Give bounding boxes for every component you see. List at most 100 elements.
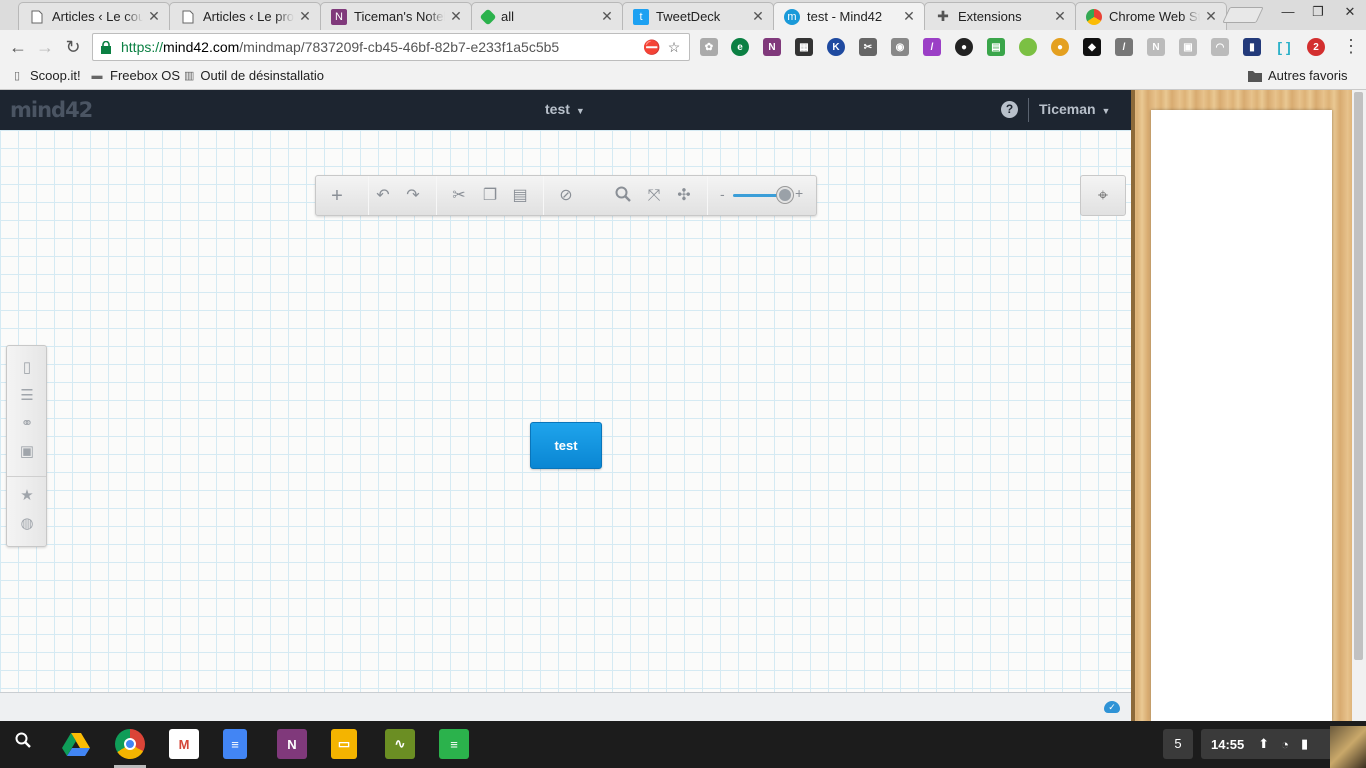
tab-articles-2[interactable]: Articles ‹ Le prop ✕ xyxy=(169,2,321,30)
tab-extensions[interactable]: ✚ Extensions ✕ xyxy=(924,2,1076,30)
zoom-in-icon[interactable]: + xyxy=(795,185,803,201)
list-icon[interactable]: ☰ xyxy=(17,386,37,406)
notion-icon[interactable]: N xyxy=(1147,38,1165,56)
gmail-icon[interactable]: M xyxy=(169,729,199,759)
palette-icon[interactable]: ◍ xyxy=(17,514,37,534)
mind42-icon: m xyxy=(784,8,800,25)
status-tray[interactable]: 14:55 ⬆ ◔ ▮ xyxy=(1201,729,1336,759)
image-icon[interactable]: ▣ xyxy=(17,442,37,462)
delete-icon[interactable]: ⊘ xyxy=(556,186,576,206)
star-icon[interactable]: ★ xyxy=(17,486,37,506)
app-header: mind42 test ▼ ? Ticeman ▼ xyxy=(0,90,1131,130)
close-icon[interactable]: ✕ xyxy=(902,8,916,25)
reload-icon[interactable]: ↻ xyxy=(62,36,84,58)
tab-articles-1[interactable]: Articles ‹ Le couti ✕ xyxy=(18,2,170,30)
close-icon[interactable]: ✕ xyxy=(147,8,161,25)
other-bookmarks[interactable]: Autres favoris xyxy=(1248,68,1347,83)
film-icon[interactable]: ▦ xyxy=(795,38,813,56)
toolbar-divider xyxy=(707,176,708,215)
evernote-icon[interactable]: e xyxy=(731,38,749,56)
collapse-icon[interactable]: ⤧ xyxy=(644,186,664,206)
edit-toolbar: + ↶ ↷ ✂ ❐ ▤ ⊘ ⤧ ✣ - + xyxy=(315,175,817,216)
other-bookmarks-label: Autres favoris xyxy=(1268,68,1348,83)
bookmark-uninstall[interactable]: ▥ Outil de désinstallatio xyxy=(184,68,324,83)
tab-title: TweetDeck xyxy=(656,9,721,24)
maximize-icon[interactable]: ❐ xyxy=(1308,4,1328,20)
zoom-out-icon[interactable]: - xyxy=(720,186,725,202)
drive-icon[interactable] xyxy=(61,729,91,759)
note-icon[interactable]: ▯ xyxy=(17,358,37,378)
forward-arrow-icon[interactable]: → xyxy=(34,36,56,58)
map-title-menu[interactable]: test ▼ xyxy=(545,101,585,117)
tab-mind42[interactable]: m test - Mind42 ✕ xyxy=(773,2,925,30)
close-icon[interactable]: ✕ xyxy=(298,8,312,25)
redo-icon[interactable]: ↷ xyxy=(403,186,423,206)
slides-icon[interactable]: ▭ xyxy=(331,729,357,759)
back-arrow-icon[interactable]: ← xyxy=(7,36,29,58)
star-icon[interactable]: ☆ xyxy=(665,39,683,56)
mindmap-canvas[interactable]: + ↶ ↷ ✂ ❐ ▤ ⊘ ⤧ ✣ - + ⌖ ▯ ☰ ⚭ ▣ ★ ◍ test xyxy=(0,130,1131,692)
feedly-app-icon[interactable]: ≡ xyxy=(439,729,469,759)
close-window-icon[interactable]: ✕ xyxy=(1340,4,1360,20)
close-icon[interactable]: ✕ xyxy=(751,8,765,25)
search-icon[interactable] xyxy=(8,729,38,759)
tab-webstore[interactable]: Chrome Web Sto ✕ xyxy=(1075,2,1227,30)
layout-icon[interactable]: ✣ xyxy=(674,186,694,206)
chrome-icon[interactable] xyxy=(115,729,145,759)
user-menu[interactable]: Ticeman ▼ xyxy=(1039,101,1110,117)
menu-dots-icon[interactable]: ⋮ xyxy=(1342,36,1360,57)
page-scrollbar[interactable] xyxy=(1352,90,1366,721)
close-icon[interactable]: ✕ xyxy=(1204,8,1218,25)
k-icon[interactable]: K xyxy=(827,38,845,56)
paw-icon[interactable]: ✿ xyxy=(700,38,718,56)
fish-icon[interactable]: ◆ xyxy=(1083,38,1101,56)
close-icon[interactable]: ✕ xyxy=(1053,8,1067,25)
search-icon[interactable] xyxy=(613,186,633,206)
new-tab-button[interactable] xyxy=(1222,7,1264,23)
printer-icon[interactable]: ▤ xyxy=(987,38,1005,56)
undo-icon[interactable]: ↶ xyxy=(373,186,393,206)
onenote-ext-icon[interactable]: N xyxy=(763,38,781,56)
notification-count[interactable]: 5 xyxy=(1163,729,1193,759)
onenote-app-icon[interactable]: N xyxy=(277,729,307,759)
brackets-icon[interactable]: [ ] xyxy=(1275,38,1293,56)
tab-feedly[interactable]: all ✕ xyxy=(471,2,623,30)
cloud-sync-icon[interactable]: ✓ xyxy=(1104,701,1120,713)
green-dot-icon[interactable] xyxy=(1019,38,1037,56)
bookmark-freebox[interactable]: ▬ Freebox OS xyxy=(90,68,181,83)
clipper-icon[interactable]: ✂ xyxy=(859,38,877,56)
pen-icon[interactable]: / xyxy=(1115,38,1133,56)
mind42-logo[interactable]: mind42 xyxy=(10,98,93,122)
docs-icon[interactable]: ≡ xyxy=(223,729,247,759)
tab-tweetdeck[interactable]: t TweetDeck ✕ xyxy=(622,2,774,30)
pocket-icon[interactable]: ● xyxy=(1051,38,1069,56)
cmap-icon[interactable]: ∿ xyxy=(385,729,415,759)
scroll-thumb[interactable] xyxy=(1354,92,1363,660)
blocked-icon[interactable]: ⛔ xyxy=(643,39,661,56)
address-bar[interactable]: https://mind42.com/mindmap/7837209f-cb45… xyxy=(92,33,690,61)
feather-icon[interactable]: / xyxy=(923,38,941,56)
minimize-icon[interactable]: — xyxy=(1278,4,1298,19)
bookmark-scoopit[interactable]: ▯ Scoop.it! xyxy=(10,68,81,83)
zoom-slider-handle[interactable] xyxy=(777,187,793,203)
close-icon[interactable]: ✕ xyxy=(449,8,463,25)
adblock-icon[interactable]: 2 xyxy=(1307,38,1325,56)
toolbar-divider xyxy=(543,176,544,215)
camera-icon[interactable]: ◉ xyxy=(891,38,909,56)
link-icon[interactable]: ⚭ xyxy=(17,414,37,434)
root-node[interactable]: test xyxy=(530,422,602,469)
url-path: /mindmap/7837209f-cb45-46bf-82b7-e233f1a… xyxy=(239,39,560,55)
print-friendly-icon[interactable]: ▣ xyxy=(1179,38,1197,56)
book-icon[interactable]: ▮ xyxy=(1243,38,1261,56)
add-node-icon[interactable]: + xyxy=(327,186,347,206)
rss-icon[interactable]: ◠ xyxy=(1211,38,1229,56)
center-map-button[interactable]: ⌖ xyxy=(1080,175,1126,216)
cut-icon[interactable]: ✂ xyxy=(449,186,469,206)
help-icon[interactable]: ? xyxy=(1001,101,1018,118)
color-picker-icon[interactable]: ● xyxy=(955,38,973,56)
tab-onenote[interactable]: N Ticeman's Notebo ✕ xyxy=(320,2,472,30)
user-avatar[interactable] xyxy=(1330,726,1366,768)
close-icon[interactable]: ✕ xyxy=(600,8,614,25)
paste-icon[interactable]: ▤ xyxy=(510,186,530,206)
copy-icon[interactable]: ❐ xyxy=(480,186,500,206)
